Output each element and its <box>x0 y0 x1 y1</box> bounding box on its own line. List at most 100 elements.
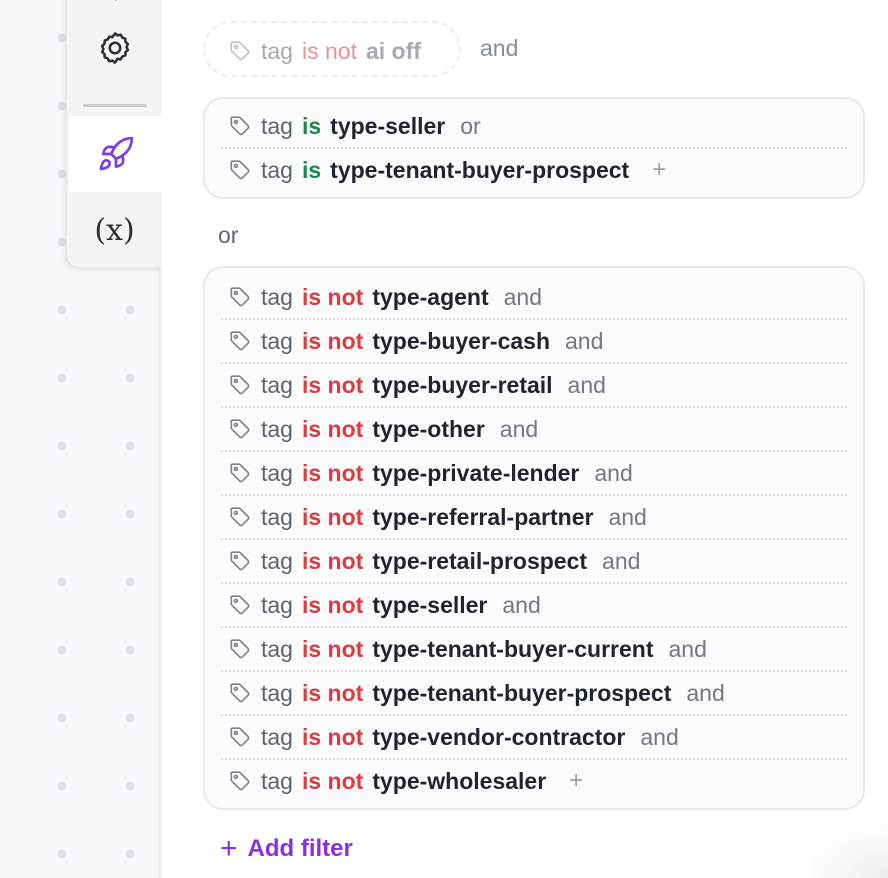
add-filter-button[interactable]: + Add filter <box>220 834 353 864</box>
filter-field: tag <box>261 37 293 64</box>
filter-row[interactable]: tag is not type-buyer-retail and <box>221 364 847 408</box>
conjunction-label[interactable]: and <box>568 372 606 399</box>
conjunction-label[interactable]: and <box>504 284 542 311</box>
filter-operator[interactable]: is not <box>302 328 363 355</box>
filter-row[interactable]: tag is not type-tenant-buyer-prospect and <box>221 672 847 716</box>
filter-field: tag <box>261 767 293 794</box>
filter-field: tag <box>261 503 293 530</box>
filter-field: tag <box>261 679 293 706</box>
variables-button[interactable]: (x) <box>67 192 162 268</box>
tag-icon <box>230 160 250 180</box>
add-condition-button[interactable]: + <box>652 156 666 184</box>
filter-field: tag <box>261 547 293 574</box>
filter-value[interactable]: type-wholesaler <box>372 768 546 795</box>
corner-shadow <box>798 818 888 878</box>
filter-operator[interactable]: is not <box>302 38 357 65</box>
conjunction-label[interactable]: and <box>502 592 540 619</box>
filter-value[interactable]: type-buyer-cash <box>372 328 550 355</box>
filter-row[interactable]: tag is type-tenant-buyer-prospect + <box>221 149 847 191</box>
conjunction-label[interactable]: or <box>460 113 480 140</box>
group-conjunction[interactable]: or <box>218 222 238 249</box>
filter-operator[interactable]: is not <box>302 460 363 487</box>
tag-icon <box>230 331 250 351</box>
filter-row: tag is not ai off <box>229 23 421 79</box>
tag-icon <box>230 683 250 703</box>
filter-value[interactable]: type-seller <box>330 113 445 140</box>
filter-operator[interactable]: is not <box>302 504 363 531</box>
filter-operator[interactable]: is <box>302 113 321 140</box>
filter-value[interactable]: type-buyer-retail <box>372 372 552 399</box>
rocket-button[interactable] <box>69 116 162 192</box>
filter-operator[interactable]: is not <box>302 548 363 575</box>
conjunction-label[interactable]: and <box>565 328 603 355</box>
filter-panel: tag is not ai off and tag is type-seller or… <box>162 0 888 878</box>
tag-icon <box>230 727 250 747</box>
filter-value[interactable]: type-agent <box>372 284 488 311</box>
disabled-filter-pill[interactable]: tag is not ai off <box>203 21 461 77</box>
conjunction-label[interactable]: and <box>640 724 678 751</box>
filter-row[interactable]: tag is not type-seller and <box>221 584 847 628</box>
filter-value[interactable]: type-tenant-buyer-prospect <box>330 157 629 184</box>
filter-group-2: tag is not type-agent and tag is not type-buye… <box>203 266 865 810</box>
conjunction-label[interactable]: and <box>594 460 632 487</box>
filter-field: tag <box>261 371 293 398</box>
filter-row[interactable]: tag is not type-vendor-contractor and <box>221 716 847 760</box>
filter-row[interactable]: tag is not type-retail-prospect and <box>221 540 847 584</box>
filter-row[interactable]: tag is not type-agent and <box>221 276 847 320</box>
conjunction-label[interactable]: and <box>602 548 640 575</box>
tag-icon <box>230 419 250 439</box>
filter-operator[interactable]: is not <box>302 416 363 443</box>
filter-field: tag <box>261 283 293 310</box>
filter-operator[interactable]: is not <box>302 768 363 795</box>
tag-icon <box>230 551 250 571</box>
filter-value[interactable]: type-vendor-contractor <box>372 724 625 751</box>
settings-button[interactable] <box>67 18 162 78</box>
tag-icon <box>230 507 250 527</box>
filter-field: tag <box>261 591 293 618</box>
tag-icon <box>230 41 250 61</box>
filter-operator[interactable]: is not <box>302 636 363 663</box>
tag-icon <box>230 463 250 483</box>
filter-row[interactable]: tag is not type-other and <box>221 408 847 452</box>
tag-icon <box>230 116 250 136</box>
filter-value[interactable]: type-retail-prospect <box>372 548 587 575</box>
filter-row[interactable]: tag is not type-private-lender and <box>221 452 847 496</box>
conjunction-label[interactable]: and <box>500 416 538 443</box>
filter-value[interactable]: type-other <box>372 416 484 443</box>
tag-icon <box>230 375 250 395</box>
conjunction-label[interactable]: and <box>480 35 518 62</box>
filter-field: tag <box>261 327 293 354</box>
tag-icon <box>230 639 250 659</box>
filter-value[interactable]: type-tenant-buyer-prospect <box>372 680 671 707</box>
tag-icon <box>230 595 250 615</box>
conjunction-label[interactable]: and <box>608 504 646 531</box>
variable-icon: (x) <box>94 212 135 248</box>
filter-field: tag <box>261 635 293 662</box>
filter-operator[interactable]: is not <box>302 724 363 751</box>
side-toolbar: (x) <box>67 0 162 267</box>
filter-operator[interactable]: is not <box>302 284 363 311</box>
add-condition-button[interactable]: + <box>569 767 583 795</box>
filter-field: tag <box>261 723 293 750</box>
filter-row[interactable]: tag is not type-referral-partner and <box>221 496 847 540</box>
filter-value[interactable]: type-tenant-buyer-current <box>372 636 653 663</box>
filter-operator[interactable]: is not <box>302 372 363 399</box>
plus-icon: + <box>220 832 238 865</box>
filter-value[interactable]: type-seller <box>372 592 487 619</box>
conjunction-label[interactable]: and <box>686 680 724 707</box>
filter-row[interactable]: tag is not type-tenant-buyer-current and <box>221 628 847 672</box>
filter-field: tag <box>261 415 293 442</box>
add-filter-label: Add filter <box>247 835 353 862</box>
filter-value[interactable]: type-private-lender <box>372 460 579 487</box>
tag-icon <box>230 287 250 307</box>
filter-value[interactable]: ai off <box>366 38 421 65</box>
conjunction-label[interactable]: and <box>668 636 706 663</box>
filter-row[interactable]: tag is not type-buyer-cash and <box>221 320 847 364</box>
filter-row[interactable]: tag is type-seller or <box>221 105 847 149</box>
filter-operator[interactable]: is not <box>302 680 363 707</box>
filter-row[interactable]: tag is not type-wholesaler + <box>221 760 847 802</box>
filter-field: tag <box>261 156 293 183</box>
filter-value[interactable]: type-referral-partner <box>372 504 593 531</box>
filter-operator[interactable]: is <box>302 157 321 184</box>
filter-operator[interactable]: is not <box>302 592 363 619</box>
